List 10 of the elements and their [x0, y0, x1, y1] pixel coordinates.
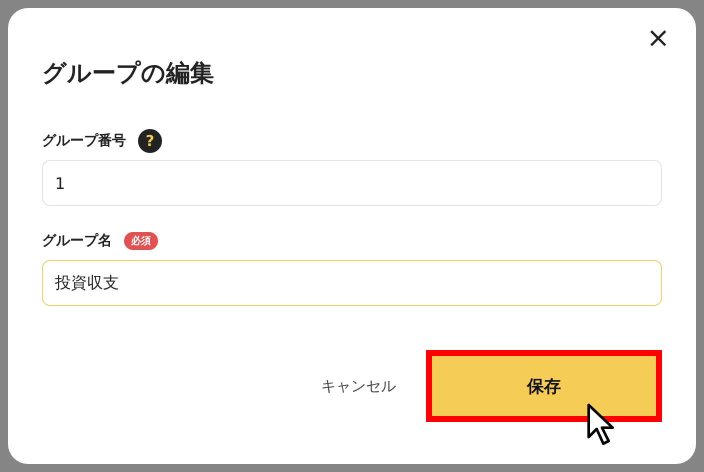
save-button[interactable]: 保存 — [426, 350, 662, 422]
input-field[interactable]: 投資収支 — [42, 260, 662, 306]
input-field[interactable]: 1 — [42, 160, 662, 206]
field-label: グループ名 — [42, 232, 112, 250]
help-icon[interactable]: ? — [138, 129, 162, 153]
required-badge: 必須 — [124, 232, 158, 250]
dialog-title: グループの編集 — [42, 58, 215, 88]
cancel-button[interactable]: キャンセル — [321, 368, 396, 404]
field-label: グループ番号 — [42, 132, 126, 150]
close-button[interactable]: × — [642, 24, 674, 52]
